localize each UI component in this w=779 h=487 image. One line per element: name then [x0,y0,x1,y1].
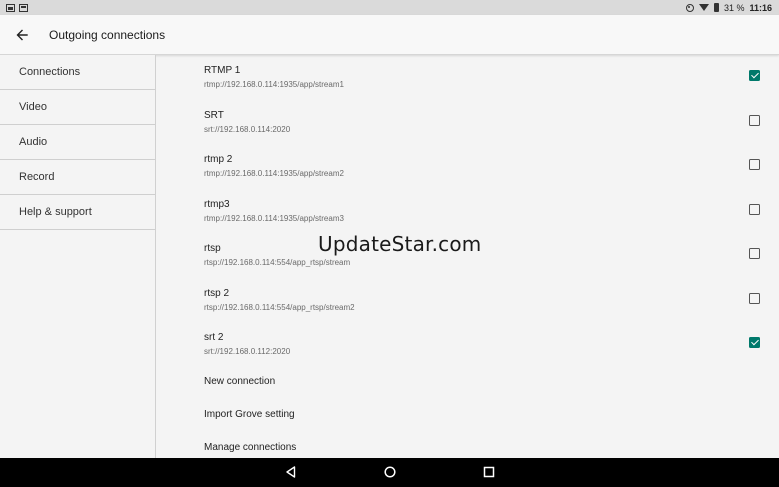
connection-checkbox[interactable] [749,159,760,170]
connection-name: RTMP 1 [204,65,241,76]
connection-url: rtsp://192.168.0.114:554/app_rtsp/stream… [204,302,355,312]
new-connection-button[interactable]: New connection [204,376,275,387]
connection-row[interactable]: rtsp 2 rtsp://192.168.0.114:554/app_rtsp… [156,278,779,323]
sidebar-item-audio[interactable]: Audio [0,125,155,160]
status-bar: 31 % 11:16 [0,0,779,15]
clock: 11:16 [749,2,772,13]
connection-row[interactable]: SRT srt://192.168.0.114:2020 [156,100,779,145]
sidebar-item-label: Record [19,171,55,183]
navigation-bar [0,458,779,487]
connection-url: rtmp://192.168.0.114:1935/app/stream3 [204,213,344,223]
sidebar-item-record[interactable]: Record [0,160,155,195]
connection-name: rtmp3 [204,198,230,210]
connection-name: rtsp [204,243,221,254]
connection-checkbox[interactable] [749,114,760,126]
manage-connections-button[interactable]: Manage connections [204,442,296,453]
sidebar-item-connections[interactable]: Connections [0,55,155,90]
settings-sidebar: Connections Video Audio Record Help & su… [0,55,156,458]
watermark-text: UpdateStar.com [318,232,482,256]
nav-back-icon[interactable] [284,465,298,479]
connection-url: srt://192.168.0.112:2020 [204,347,291,356]
gallery-notification-icon [6,3,15,12]
sidebar-item-label: Audio [19,136,48,148]
connection-checkbox[interactable] [749,203,760,215]
sidebar-item-help-support[interactable]: Help & support [0,195,155,230]
connection-url: rtmp://192.168.0.114:1935/app/stream1 [204,80,344,89]
connection-checkbox[interactable] [749,292,760,304]
connection-row[interactable]: rtmp3 rtmp://192.168.0.114:1935/app/stre… [156,189,779,234]
connection-checkbox[interactable] [749,248,760,259]
connection-url: rtmp://192.168.0.114:1935/app/stream2 [204,169,344,178]
connection-name: rtsp 2 [204,287,230,299]
connection-url: rtsp://192.168.0.114:554/app_rtsp/stream [204,258,351,267]
sidebar-item-label: Connections [19,66,81,78]
connection-row[interactable]: rtmp 2 rtmp://192.168.0.114:1935/app/str… [156,144,779,189]
battery-icon [713,3,719,12]
battery-percent: 31 % [723,2,745,13]
connection-name: SRT [204,109,224,121]
recording-icon [685,3,694,12]
connection-name: rtmp 2 [204,154,233,165]
nav-recents-icon[interactable] [482,465,496,479]
page-title: Outgoing connections [49,27,166,42]
sidebar-item-video[interactable]: Video [0,90,155,125]
app-bar: Outgoing connections [0,15,779,55]
connections-list: RTMP 1 rtmp://192.168.0.114:1935/app/str… [156,55,779,458]
connection-url: srt://192.168.0.114:2020 [204,124,291,134]
connection-checkbox[interactable] [749,337,760,348]
nav-home-icon[interactable] [383,465,397,479]
connection-row[interactable]: srt 2 srt://192.168.0.112:2020 [156,322,779,367]
back-button[interactable] [0,15,44,54]
arrow-back-icon [16,29,28,40]
sidebar-item-label: Video [19,101,47,113]
connection-row[interactable]: RTMP 1 rtmp://192.168.0.114:1935/app/str… [156,55,779,100]
connection-name: srt 2 [204,332,224,343]
app-notification-icon [19,3,28,12]
sidebar-item-label: Help & support [19,206,92,218]
import-grove-setting-button[interactable]: Import Grove setting [204,409,295,420]
wifi-icon [698,4,709,11]
connection-checkbox[interactable] [749,70,760,81]
